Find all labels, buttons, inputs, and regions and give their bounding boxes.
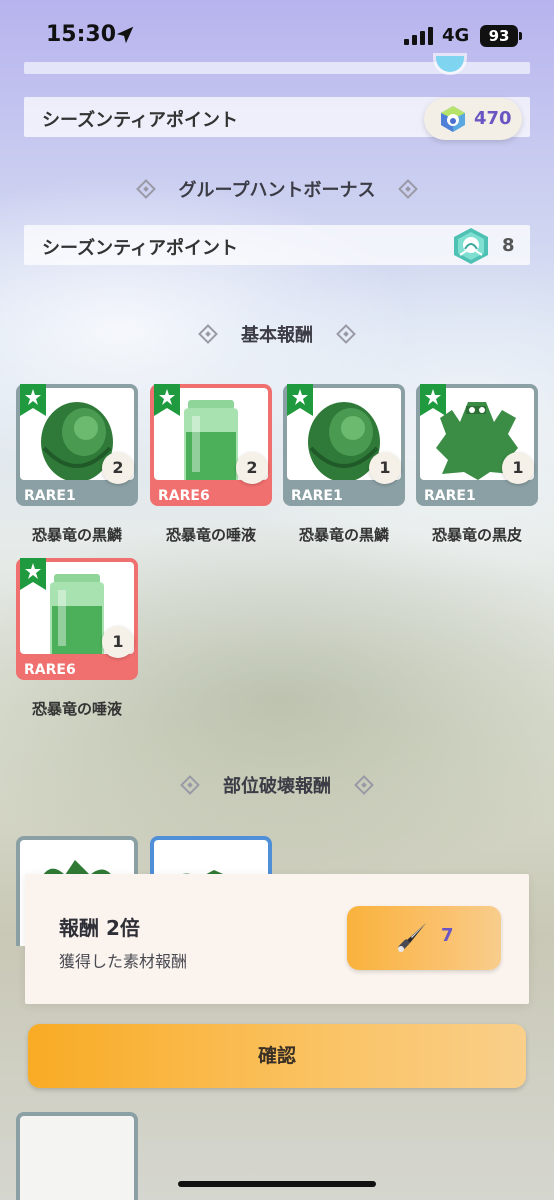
rarity-label: RARE1 — [424, 488, 476, 504]
confirm-button[interactable]: 確認 — [28, 1024, 526, 1088]
basic-rewards-title: 基本報酬 — [241, 325, 313, 346]
diamond-ornament-icon — [398, 179, 419, 199]
reward-item-name: 恐暴竜の唾液 — [165, 526, 256, 544]
season-points-badge: 470 — [424, 98, 522, 140]
group-hunt-header: グループハントボーナス — [0, 176, 554, 202]
season-gem-icon — [441, 106, 465, 132]
group-hunt-label: シーズンティアポイント — [42, 238, 239, 259]
diamond-ornament-icon — [135, 179, 156, 199]
status-time: 15:30 — [46, 22, 117, 47]
knife-icon — [398, 923, 426, 952]
reward-card[interactable]: RARE1 1 — [283, 384, 405, 506]
reward-double-value: 7 — [441, 925, 454, 946]
diamond-ornament-icon — [354, 775, 374, 795]
reward-card[interactable]: RARE1 2 — [16, 384, 138, 506]
star-flag-icon — [20, 384, 46, 416]
reward-card[interactable]: RARE6 1 — [16, 558, 138, 680]
rarity-label: RARE1 — [24, 488, 76, 504]
reward-card[interactable]: RARE1 1 — [416, 384, 538, 506]
medal-icon — [454, 228, 488, 264]
status-bar: 15:30 4G 93 — [0, 0, 554, 70]
season-points-value: 470 — [474, 108, 512, 129]
item-count-badge: 1 — [502, 452, 534, 484]
item-count-badge: 1 — [102, 626, 134, 658]
star-flag-icon — [20, 558, 46, 590]
reward-card[interactable]: RARE6 2 — [150, 384, 272, 506]
diamond-ornament-icon — [180, 775, 200, 795]
diamond-ornament-icon — [336, 324, 356, 344]
signal-icon — [404, 27, 433, 45]
network-type: 4G — [442, 25, 470, 46]
item-count-badge: 2 — [236, 452, 268, 484]
part-reward-card[interactable] — [16, 1112, 138, 1200]
group-hunt-value: 8 — [502, 235, 515, 256]
diamond-ornament-icon — [198, 324, 218, 344]
part-rewards-title: 部位破壊報酬 — [223, 776, 331, 797]
season-points-label: シーズンティアポイント — [42, 110, 239, 131]
item-count-badge: 1 — [369, 452, 401, 484]
item-count-badge: 2 — [102, 452, 134, 484]
part-rewards-header: 部位破壊報酬 — [0, 772, 554, 798]
reward-item-name: 恐暴竜の唾液 — [31, 700, 122, 718]
reward-item-name: 恐暴竜の黒鱗 — [31, 526, 122, 544]
battery-indicator: 93 — [480, 25, 518, 47]
rarity-label: RARE6 — [158, 488, 210, 504]
rarity-label: RARE1 — [291, 488, 343, 504]
reward-double-subtitle: 獲得した素材報酬 — [59, 952, 188, 971]
reward-double-button[interactable]: 7 — [347, 906, 501, 970]
star-flag-icon — [287, 384, 313, 416]
location-arrow-icon — [116, 26, 134, 44]
star-flag-icon — [154, 384, 180, 416]
home-indicator[interactable] — [178, 1181, 376, 1187]
rarity-label: RARE6 — [24, 662, 76, 678]
battery-tip — [519, 32, 522, 40]
reward-double-title: 報酬 2倍 — [59, 916, 140, 940]
reward-item-name: 恐暴竜の黒皮 — [431, 526, 522, 544]
star-flag-icon — [420, 384, 446, 416]
reward-double-panel: 報酬 2倍 獲得した素材報酬 7 — [25, 874, 529, 1004]
reward-item-name: 恐暴竜の黒鱗 — [298, 526, 389, 544]
group-hunt-title: グループハントボーナス — [178, 180, 376, 201]
basic-rewards-header: 基本報酬 — [0, 321, 554, 347]
